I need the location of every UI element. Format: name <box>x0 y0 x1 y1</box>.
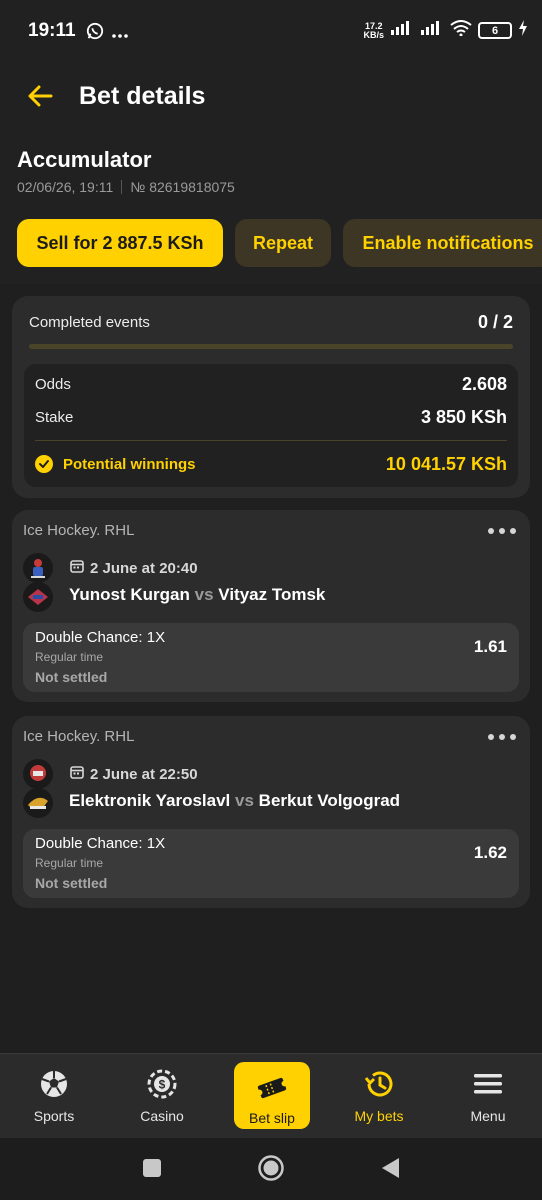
event-teams: Elektronik Yaroslavl vs Berkut Volgograd <box>69 791 401 810</box>
completed-events-value: 0 / 2 <box>477 312 513 332</box>
nav-bet-slip[interactable]: Bet slip <box>234 1062 310 1129</box>
app-header: Bet details <box>0 62 542 132</box>
market-period: Regular time <box>35 650 104 664</box>
network-speed: 17.2 KB/s <box>363 20 384 40</box>
bet-meta: 02/06/26, 19:11 № 82619818075 <box>17 179 235 195</box>
status-time: 19:11 <box>28 20 76 41</box>
team-logo-home <box>23 759 53 789</box>
bet-datetime: 02/06/26, 19:11 <box>17 179 114 195</box>
whatsapp-icon <box>86 22 104 45</box>
bet-summary-card: Completed events 0 / 2 Odds 2.608 Stake … <box>12 296 530 498</box>
market-odds: 1.61 <box>473 637 507 656</box>
more-options-icon[interactable] <box>488 734 516 740</box>
wifi-icon <box>450 20 472 41</box>
event-date: 2 June at 22:50 <box>70 765 198 783</box>
calendar-icon <box>70 765 84 783</box>
market-status: Not settled <box>35 669 108 685</box>
system-navigation-bar <box>0 1138 542 1200</box>
potential-winnings-label: Potential winnings <box>63 456 196 473</box>
event-card[interactable]: Ice Hockey. RHL 2 June at 20:40 Yunost K… <box>12 510 530 702</box>
event-card[interactable]: Ice Hockey. RHL 2 June at 22:50 Elektron… <box>12 716 530 908</box>
event-market: Double Chance: 1X Regular time Not settl… <box>23 829 519 898</box>
meta-divider <box>121 180 123 194</box>
signal-icon <box>390 20 414 41</box>
away-team: Berkut Volgograd <box>258 791 401 810</box>
signal-icon-2 <box>420 20 444 41</box>
away-team: Vityaz Tomsk <box>218 585 326 604</box>
home-button[interactable] <box>256 1153 286 1183</box>
more-options-icon[interactable] <box>488 528 516 534</box>
event-league: Ice Hockey. RHL <box>23 728 135 745</box>
nav-sports[interactable]: Sports <box>0 1054 108 1139</box>
calendar-icon <box>70 559 84 577</box>
market-status: Not settled <box>35 875 108 891</box>
nav-casino[interactable]: $ Casino <box>108 1054 216 1139</box>
completed-progress-bar <box>29 344 513 349</box>
sell-button[interactable]: Sell for 2 887.5 KSh <box>17 219 223 267</box>
stake-label: Stake <box>35 409 74 426</box>
bet-actions: Sell for 2 887.5 KSh Repeat Enable notif… <box>17 219 542 267</box>
divider <box>35 440 507 441</box>
arrow-left-icon <box>27 85 53 112</box>
nav-my-bets[interactable]: My bets <box>325 1054 433 1139</box>
market-period: Regular time <box>35 856 104 870</box>
stake-value: 3 850 KSh <box>420 407 507 427</box>
casino-chip-icon: $ <box>146 1068 178 1100</box>
check-circle-icon <box>35 455 53 473</box>
odds-label: Odds <box>35 376 71 393</box>
more-notifications-icon <box>112 25 128 43</box>
home-team: Elektronik Yaroslavl <box>69 791 231 810</box>
odds-stake-card: Odds 2.608 Stake 3 850 KSh Potential win… <box>24 364 518 487</box>
status-bar: 19:11 17.2 KB/s 6 <box>0 0 542 62</box>
potential-winnings-value: 10 041.57 KSh <box>385 454 507 474</box>
event-market: Double Chance: 1X Regular time Not settl… <box>23 623 519 692</box>
event-teams: Yunost Kurgan vs Vityaz Tomsk <box>69 585 326 604</box>
market-odds: 1.62 <box>473 843 507 862</box>
back-system-button[interactable] <box>375 1153 405 1183</box>
charging-icon <box>518 20 528 41</box>
team-logo-away <box>23 788 53 818</box>
menu-icon <box>472 1068 504 1100</box>
svg-text:$: $ <box>159 1078 166 1092</box>
ticket-icon <box>256 1072 288 1104</box>
completed-events-label: Completed events <box>29 314 150 331</box>
repeat-button[interactable]: Repeat <box>235 219 331 267</box>
bottom-navigation: Sports $ Casino Bet slip My bets Menu <box>0 1053 542 1138</box>
market-name: Double Chance: 1X <box>35 835 166 852</box>
back-button[interactable] <box>22 80 58 116</box>
bet-number: № 82619818075 <box>130 179 235 195</box>
bet-info: Accumulator 02/06/26, 19:11 № 8261981807… <box>0 132 542 284</box>
bet-type: Accumulator <box>17 147 152 172</box>
soccer-ball-icon <box>38 1068 70 1100</box>
event-date: 2 June at 20:40 <box>70 559 198 577</box>
battery-indicator: 6 <box>478 22 512 39</box>
odds-value: 2.608 <box>461 374 507 394</box>
page-title: Bet details <box>79 82 206 110</box>
nav-menu[interactable]: Menu <box>434 1054 542 1139</box>
market-name: Double Chance: 1X <box>35 629 166 646</box>
recents-button[interactable] <box>137 1153 167 1183</box>
home-team: Yunost Kurgan <box>69 585 190 604</box>
team-logo-away <box>23 582 53 612</box>
event-league: Ice Hockey. RHL <box>23 522 135 539</box>
enable-notifications-button[interactable]: Enable notifications <box>343 219 542 267</box>
history-icon <box>363 1068 395 1100</box>
team-logo-home <box>23 553 53 583</box>
